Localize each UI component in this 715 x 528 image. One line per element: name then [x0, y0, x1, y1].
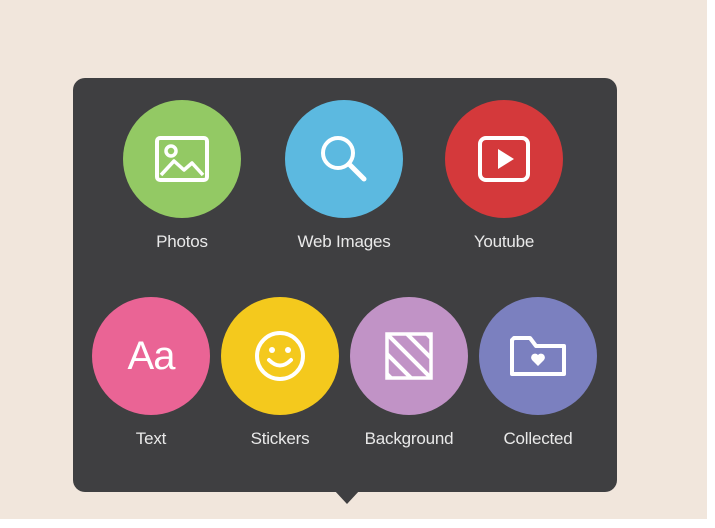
canvas-background: Photos Web Images Youtube Aa Text Sticke…	[0, 0, 715, 528]
frame-edge-bottom	[0, 519, 715, 528]
popover-arrow	[334, 490, 360, 504]
text-circle[interactable]: Aa	[92, 297, 210, 415]
photos-label: Photos	[156, 232, 208, 251]
web-images-circle[interactable]	[285, 100, 403, 218]
web-images-label: Web Images	[297, 232, 391, 251]
collected-circle[interactable]	[479, 297, 597, 415]
photos-circle[interactable]	[123, 100, 241, 218]
youtube-circle[interactable]	[445, 100, 563, 218]
frame-edge-right	[707, 0, 715, 528]
search-icon	[316, 131, 372, 187]
stickers-circle[interactable]	[221, 297, 339, 415]
play-icon	[477, 135, 531, 183]
smiley-icon	[253, 329, 307, 383]
youtube-label: Youtube	[473, 232, 535, 251]
pattern-icon	[384, 331, 434, 381]
text-aa-icon: Aa	[127, 333, 176, 378]
background-circle[interactable]	[350, 297, 468, 415]
image-icon	[154, 135, 210, 183]
folder-heart-icon	[508, 332, 568, 380]
collected-label: Collected	[503, 429, 573, 448]
